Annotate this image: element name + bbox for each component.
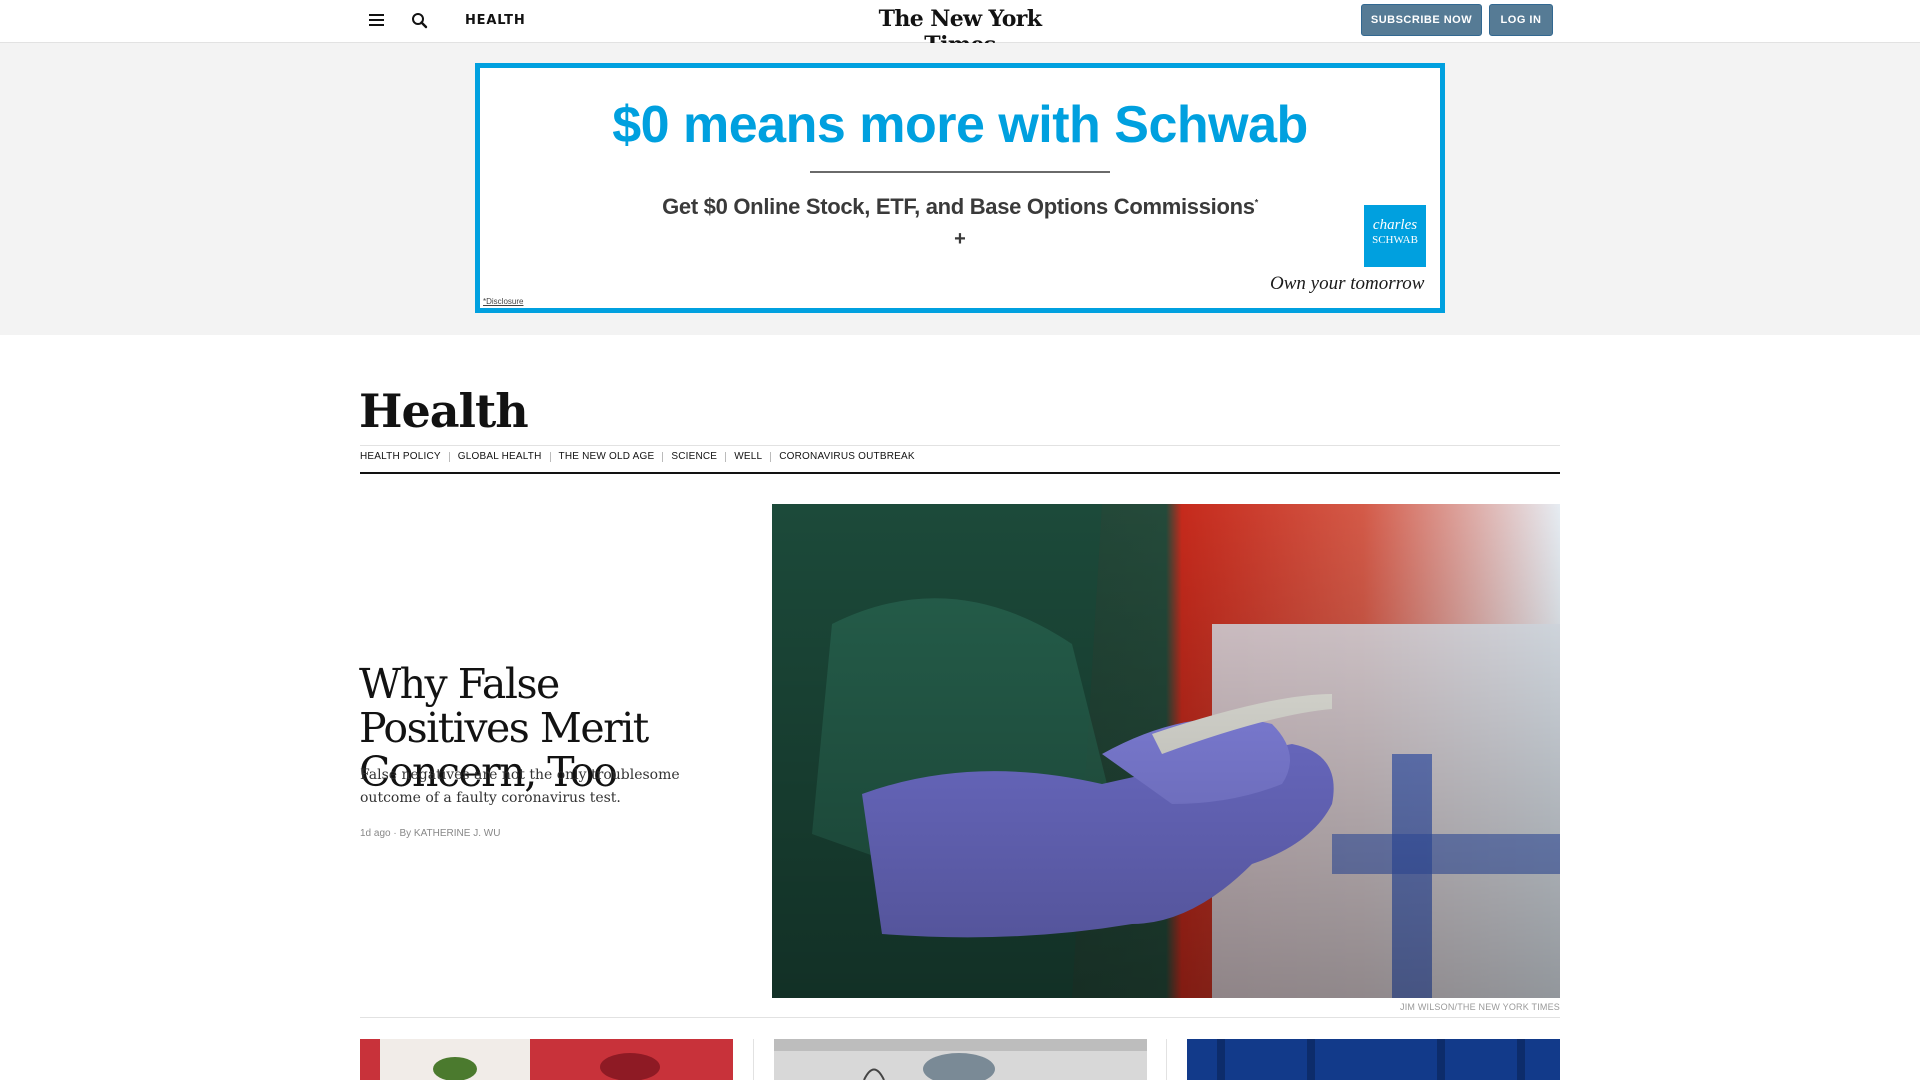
column-divider [753,1039,754,1080]
subnav-separator [549,451,551,462]
ad-subheadline: Get $0 Online Stock, ETF, and Base Optio… [662,194,1258,219]
subnav-item-well[interactable]: WELL [734,451,762,462]
lead-image[interactable] [772,504,1560,998]
ad-plus: + [954,228,966,250]
ad-disclosure-link[interactable]: *Disclosure [483,297,523,306]
search-icon[interactable] [409,10,431,32]
ad-headline: $0 means more with Schwab [612,96,1308,154]
column-divider [1166,1039,1167,1080]
schwab-ad[interactable]: $0 means more with Schwab Get $0 Online … [475,63,1445,313]
lead-summary: False negatives are not the only trouble… [360,767,680,806]
subnav-item-global-health[interactable]: GLOBAL HEALTH [458,451,542,462]
top-bar: HEALTH The New York Times SUBSCRIBE NOW … [0,0,1920,58]
subnav-item-coronavirus-outbreak[interactable]: CORONAVIRUS OUTBREAK [779,451,915,462]
subnav-top-rule [360,445,1560,446]
story-divider [360,1017,1560,1018]
subscribe-button[interactable]: SUBSCRIBE NOW [1361,4,1482,36]
schwab-logo: charles SCHWAB [1364,205,1426,267]
ad-divider [810,171,1110,173]
subnav-item-science[interactable]: SCIENCE [671,451,717,462]
subnav-item-the-new-old-age[interactable]: THE NEW OLD AGE [559,451,655,462]
hamburger-menu-icon[interactable] [366,11,388,31]
story-thumbnail[interactable] [1187,1039,1560,1080]
subnav-separator [662,451,664,462]
lead-timestamp: 1d ago [360,828,391,839]
story-thumbnail[interactable] [360,1039,733,1080]
ad-tagline: Own your tomorrow [1270,273,1425,294]
image-credit: JIM WILSON/THE NEW YORK TIMES [1400,1002,1560,1012]
section-subnav: HEALTH POLICY GLOBAL HEALTH THE NEW OLD AG… [360,451,1560,462]
section-title: Health [359,384,529,438]
story-thumbnail[interactable] [774,1039,1147,1080]
subnav-separator [448,451,450,462]
subnav-bottom-rule [360,472,1560,474]
section-link-health[interactable]: HEALTH [465,13,526,28]
lead-meta: 1d ago · By KATHERINE J. WU [360,828,500,839]
subnav-item-health-policy[interactable]: HEALTH POLICY [360,451,441,462]
subnav-separator [770,451,772,462]
lead-byline: By KATHERINE J. WU [399,828,501,839]
subnav-separator [725,451,727,462]
login-button[interactable]: LOG IN [1489,4,1553,36]
